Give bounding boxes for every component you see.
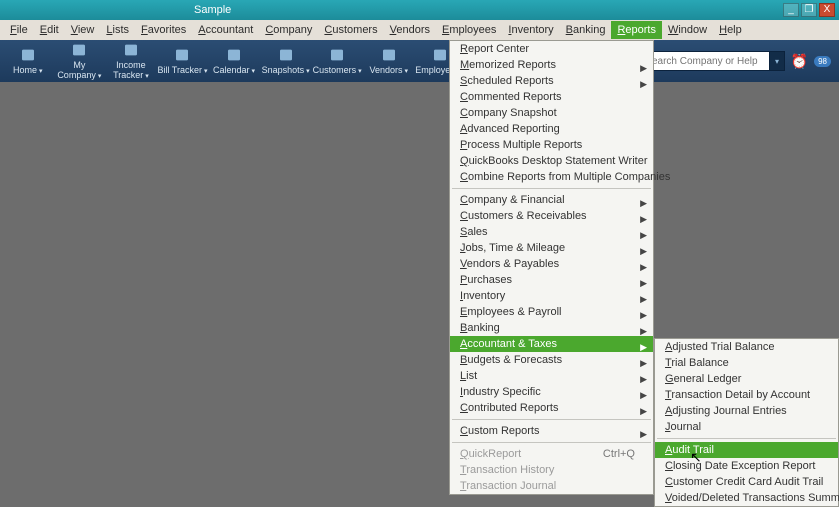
reminder-icon[interactable]: ⏰ [791,53,808,70]
menu-inventory[interactable]: Inventory [502,21,559,39]
reports-item-budgets-forecasts[interactable]: Budgets & Forecasts▶ [450,352,653,368]
acct-taxes-item-transaction-detail-by-account[interactable]: Transaction Detail by Account [655,387,838,403]
window-title: Sample [194,4,231,16]
acct-taxes-item-trial-balance[interactable]: Trial Balance [655,355,838,371]
employees-icon [431,47,449,63]
main-toolbar: Home▾My Company▾Income Tracker▾Bill Trac… [0,40,839,82]
reports-item-transaction-history: Transaction History [450,462,653,478]
menu-view[interactable]: View [65,21,101,39]
acct-taxes-item-adjusted-trial-balance[interactable]: Adjusted Trial Balance [655,339,838,355]
accountant-taxes-submenu: Adjusted Trial BalanceTrial BalanceGener… [654,338,839,507]
reports-item-commented-reports[interactable]: Commented Reports [450,89,653,105]
toolbar-home[interactable]: Home▾ [2,41,54,81]
menu-file[interactable]: File [4,21,34,39]
reports-item-sales[interactable]: Sales▶ [450,224,653,240]
reports-item-industry-specific[interactable]: Industry Specific▶ [450,384,653,400]
bill-icon [173,47,191,63]
menu-company[interactable]: Company [259,21,318,39]
toolbar-calendar[interactable]: Calendar▾ [208,41,260,81]
reports-item-separator [452,419,651,420]
calendar-icon [225,47,243,63]
vendors-icon [380,47,398,63]
menu-favorites[interactable]: Favorites [135,21,192,39]
reports-item-quickreport: QuickReportCtrl+Q [450,446,653,462]
snapshots-icon [277,47,295,63]
menu-reports[interactable]: Reports [611,21,662,39]
acct-taxes-item-audit-trail[interactable]: Audit Trail [655,442,838,458]
income-icon [122,42,140,58]
reports-item-transaction-journal: Transaction Journal [450,478,653,494]
toolbar-bill-tracker[interactable]: Bill Tracker▾ [157,41,209,81]
maximize-button[interactable]: ❐ [801,3,817,17]
menu-lists[interactable]: Lists [100,21,135,39]
notification-badge[interactable]: 98 [814,56,831,67]
reports-item-employees-payroll[interactable]: Employees & Payroll▶ [450,304,653,320]
acct-taxes-item-separator [657,438,836,439]
reports-item-report-center[interactable]: Report Center [450,41,653,57]
menu-employees[interactable]: Employees [436,21,502,39]
menu-help[interactable]: Help [713,21,748,39]
reports-item-inventory[interactable]: Inventory▶ [450,288,653,304]
reports-dropdown: Report CenterMemorized Reports▶Scheduled… [449,40,654,495]
reports-item-company-snapshot[interactable]: Company Snapshot [450,105,653,121]
menu-accountant[interactable]: Accountant [192,21,259,39]
reports-item-banking[interactable]: Banking▶ [450,320,653,336]
menu-vendors[interactable]: Vendors [384,21,436,39]
acct-taxes-item-general-ledger[interactable]: General Ledger [655,371,838,387]
reports-item-process-multiple-reports[interactable]: Process Multiple Reports [450,137,653,153]
menu-window[interactable]: Window [662,21,713,39]
reports-item-accountant-taxes[interactable]: Accountant & Taxes▶ [450,336,653,352]
reports-item-combine-reports-from-multiple-companies[interactable]: Combine Reports from Multiple Companies [450,169,653,185]
search-dropdown-button[interactable]: ▾ [770,51,784,71]
home-icon [19,47,37,63]
minimize-button[interactable]: _ [783,3,799,17]
menu-banking[interactable]: Banking [560,21,612,39]
menu-customers[interactable]: Customers [318,21,383,39]
reports-item-purchases[interactable]: Purchases▶ [450,272,653,288]
reports-item-customers-receivables[interactable]: Customers & Receivables▶ [450,208,653,224]
acct-taxes-item-journal[interactable]: Journal [655,419,838,435]
toolbar-snapshots[interactable]: Snapshots▾ [260,41,312,81]
acct-taxes-item-voided-deleted-transactions-summary[interactable]: Voided/Deleted Transactions Summary [655,490,838,506]
toolbar-customers[interactable]: Customers▾ [311,41,363,81]
reports-item-separator [452,442,651,443]
title-bar: Sample _ ❐ X [0,0,839,20]
toolbar-my-company[interactable]: My Company▾ [54,41,106,81]
acct-taxes-item-adjusting-journal-entries[interactable]: Adjusting Journal Entries [655,403,838,419]
toolbar-income-tracker[interactable]: Income Tracker▾ [105,41,157,81]
reports-item-contributed-reports[interactable]: Contributed Reports▶ [450,400,653,416]
reports-item-scheduled-reports[interactable]: Scheduled Reports▶ [450,73,653,89]
reports-item-memorized-reports[interactable]: Memorized Reports▶ [450,57,653,73]
reports-item-advanced-reporting[interactable]: Advanced Reporting [450,121,653,137]
reports-item-custom-reports[interactable]: Custom Reports▶ [450,423,653,439]
toolbar-vendors[interactable]: Vendors▾ [363,41,415,81]
reports-item-vendors-payables[interactable]: Vendors & Payables▶ [450,256,653,272]
reports-item-separator [452,188,651,189]
acct-taxes-item-closing-date-exception-report[interactable]: Closing Date Exception Report [655,458,838,474]
search-input[interactable] [640,51,770,71]
menu-edit[interactable]: Edit [34,21,65,39]
customers-icon [328,47,346,63]
reports-item-company-financial[interactable]: Company & Financial▶ [450,192,653,208]
close-button[interactable]: X [819,3,835,17]
company-icon [70,42,88,58]
reports-item-list[interactable]: List▶ [450,368,653,384]
acct-taxes-item-customer-credit-card-audit-trail[interactable]: Customer Credit Card Audit Trail [655,474,838,490]
reports-item-jobs-time-mileage[interactable]: Jobs, Time & Mileage▶ [450,240,653,256]
reports-item-quickbooks-desktop-statement-writer[interactable]: QuickBooks Desktop Statement Writer [450,153,653,169]
menu-bar: FileEditViewListsFavoritesAccountantComp… [0,20,839,40]
